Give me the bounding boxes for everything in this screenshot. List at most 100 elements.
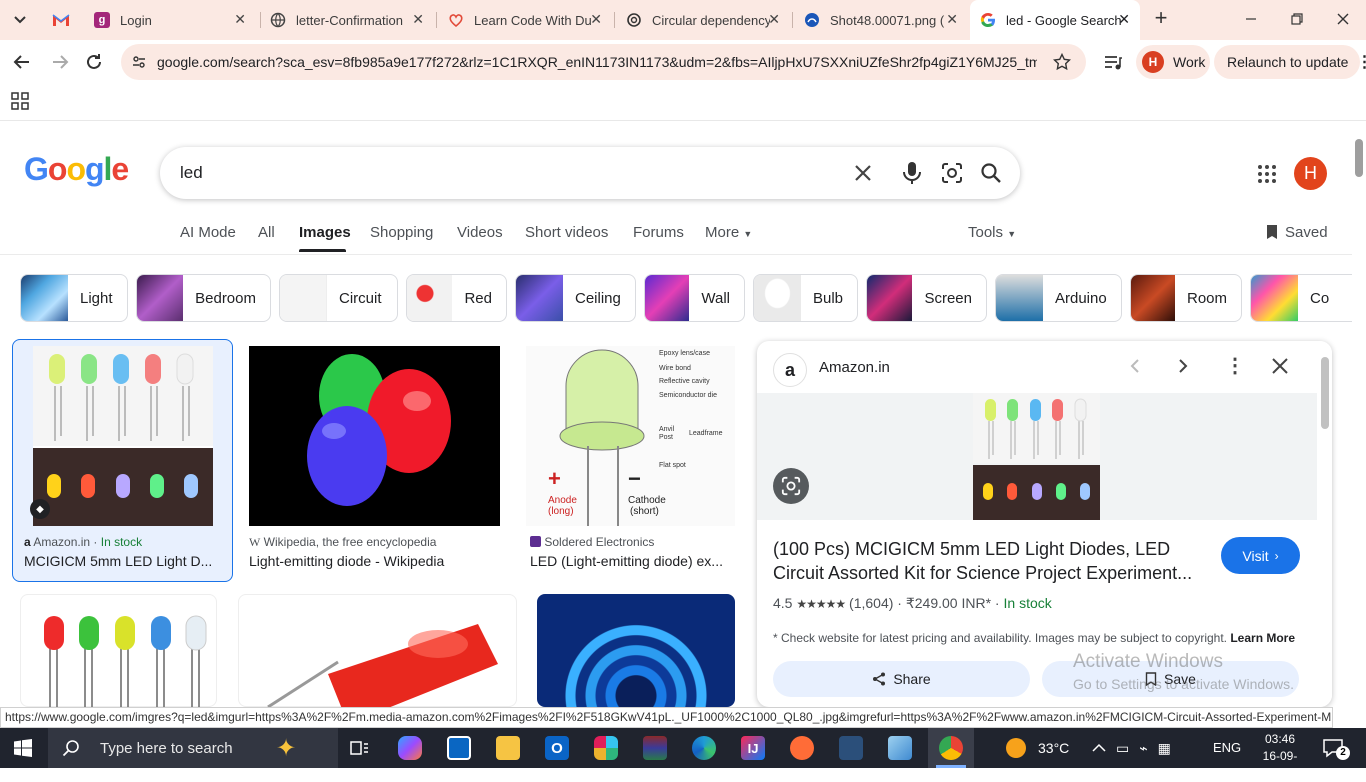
tab-letter-confirmation[interactable]: letter-Confirmation ✕ xyxy=(262,0,434,40)
result-title[interactable]: Light-emitting diode - Wikipedia xyxy=(249,553,509,569)
panel-site-name[interactable]: Amazon.in xyxy=(819,359,890,376)
tab-short-videos[interactable]: Short videos xyxy=(525,224,608,241)
taskbar-search[interactable]: Type here to search ✦ xyxy=(48,728,338,768)
outlook-icon[interactable]: O xyxy=(545,736,569,760)
tab-search-button[interactable] xyxy=(8,8,32,32)
close-tab-icon[interactable]: ✕ xyxy=(768,11,780,28)
learn-more-link[interactable]: Learn More xyxy=(1230,631,1295,645)
copilot-icon[interactable] xyxy=(398,736,422,760)
tab-forums[interactable]: Forums xyxy=(633,224,684,241)
account-avatar[interactable]: H xyxy=(1294,157,1327,190)
tools-button[interactable]: Tools ▼ xyxy=(968,224,1016,241)
chip-arduino[interactable]: Arduino xyxy=(995,274,1122,322)
tab-all[interactable]: All xyxy=(258,224,275,241)
notification-center-button[interactable]: 2 xyxy=(1322,738,1350,760)
tab-shopping[interactable]: Shopping xyxy=(370,224,433,241)
minimize-button[interactable] xyxy=(1240,8,1262,30)
intellij-icon[interactable]: IJ xyxy=(741,736,765,760)
result-image[interactable]: Epoxy lens/case Wire bond Reflective cav… xyxy=(526,346,735,526)
notepad-icon[interactable] xyxy=(888,736,912,760)
result-image[interactable] xyxy=(537,594,735,707)
tab-images[interactable]: Images xyxy=(299,224,351,241)
next-arrow-icon[interactable] xyxy=(1175,358,1191,374)
google-apps-icon[interactable] xyxy=(1257,164,1277,184)
preview-image[interactable] xyxy=(973,393,1100,520)
tab-login[interactable]: g Login ✕ xyxy=(86,0,256,40)
saved-button[interactable]: Saved xyxy=(1265,224,1328,241)
clock[interactable]: 03:46 16-09-2025 xyxy=(1250,731,1310,782)
chrome-taskbar-button[interactable] xyxy=(928,728,974,768)
store-icon[interactable] xyxy=(447,736,471,760)
bookmark-star-icon[interactable] xyxy=(1053,53,1071,71)
show-hidden-icons[interactable] xyxy=(1092,742,1106,754)
more-options-icon[interactable]: ⋮ xyxy=(1225,353,1245,378)
visit-button[interactable]: Visit › xyxy=(1221,537,1300,574)
language-indicator[interactable]: ENG xyxy=(1213,740,1241,755)
restore-button[interactable] xyxy=(1286,8,1308,30)
mic-icon[interactable] xyxy=(902,161,922,185)
apps-button[interactable] xyxy=(11,92,29,110)
panel-scrollbar[interactable] xyxy=(1318,341,1332,707)
site-info-icon[interactable] xyxy=(131,54,147,70)
chip-light[interactable]: Light xyxy=(20,274,128,322)
task-view-icon[interactable] xyxy=(348,736,372,760)
new-tab-button[interactable]: + xyxy=(1150,7,1172,30)
tab-circular-dependency[interactable]: Circular dependency ✕ xyxy=(618,0,790,40)
result-title[interactable]: MCIGICM 5mm LED Light D... xyxy=(24,553,224,569)
chip-wall[interactable]: Wall xyxy=(644,274,745,322)
system-tray-icons[interactable]: ▭⌁▦ xyxy=(1116,740,1181,757)
chip-bulb[interactable]: Bulb xyxy=(753,274,858,322)
tab-gmail[interactable] xyxy=(44,0,80,40)
chip-circuit[interactable]: Circuit xyxy=(279,274,398,322)
close-tab-icon[interactable]: ✕ xyxy=(590,11,602,28)
file-explorer-icon[interactable] xyxy=(496,736,520,760)
result-image[interactable] xyxy=(249,346,500,526)
postman-icon[interactable] xyxy=(790,736,814,760)
tab-learn-code[interactable]: Learn Code With Du ✕ xyxy=(440,0,612,40)
profile-button[interactable]: H Work xyxy=(1136,45,1210,79)
search-input[interactable]: led xyxy=(180,163,203,183)
close-tab-icon[interactable]: ✕ xyxy=(412,11,424,28)
result-image[interactable] xyxy=(33,346,213,526)
result-title[interactable]: LED (Light-emitting diode) ex... xyxy=(530,553,735,569)
chip-bedroom[interactable]: Bedroom xyxy=(136,274,271,322)
chip-room[interactable]: Room xyxy=(1130,274,1242,322)
result-image[interactable] xyxy=(238,594,517,707)
edge-icon[interactable] xyxy=(692,736,716,760)
forward-button[interactable] xyxy=(48,50,72,74)
result-image[interactable] xyxy=(20,594,217,707)
close-tab-icon[interactable]: ✕ xyxy=(1118,11,1130,28)
relaunch-button[interactable]: Relaunch to update ⋮ xyxy=(1214,45,1366,79)
close-panel-icon[interactable] xyxy=(1271,357,1289,375)
media-control-button[interactable] xyxy=(1102,52,1124,74)
tab-led-google-search[interactable]: led - Google Search ✕ xyxy=(970,0,1140,40)
search-icon[interactable] xyxy=(980,162,1002,184)
close-tab-icon[interactable]: ✕ xyxy=(234,11,246,28)
previous-arrow-icon[interactable] xyxy=(1127,358,1143,374)
reload-button[interactable] xyxy=(82,50,106,74)
close-tab-icon[interactable]: ✕ xyxy=(946,11,958,28)
tab-ai-mode[interactable]: AI Mode xyxy=(180,224,236,241)
lens-icon[interactable] xyxy=(941,162,963,184)
close-window-button[interactable] xyxy=(1332,8,1354,30)
tab-more[interactable]: More ▼ xyxy=(705,224,752,241)
lens-search-button[interactable] xyxy=(773,468,809,504)
chip-ceiling[interactable]: Ceiling xyxy=(515,274,636,322)
network-app-icon[interactable] xyxy=(839,736,863,760)
slack-icon[interactable] xyxy=(594,736,618,760)
start-button[interactable] xyxy=(14,739,32,757)
winrar-icon[interactable] xyxy=(643,736,667,760)
chip-co[interactable]: Co xyxy=(1250,274,1352,322)
chip-red[interactable]: Red xyxy=(406,274,507,322)
tab-shot-png[interactable]: Shot48.00071.png ( ✕ xyxy=(796,0,968,40)
chip-screen[interactable]: Screen xyxy=(866,274,987,322)
window-scrollbar[interactable] xyxy=(1352,121,1366,728)
google-logo[interactable]: Google xyxy=(24,151,129,188)
clear-icon[interactable] xyxy=(853,163,873,183)
weather-widget[interactable]: 33°C xyxy=(1006,738,1069,758)
product-title[interactable]: (100 Pcs) MCIGICM 5mm LED Light Diodes, … xyxy=(773,537,1203,585)
back-button[interactable] xyxy=(10,50,34,74)
address-bar[interactable]: google.com/search?sca_esv=8fb985a9e177f2… xyxy=(121,44,1086,80)
tab-videos[interactable]: Videos xyxy=(457,224,503,241)
share-button[interactable]: Share xyxy=(773,661,1030,697)
